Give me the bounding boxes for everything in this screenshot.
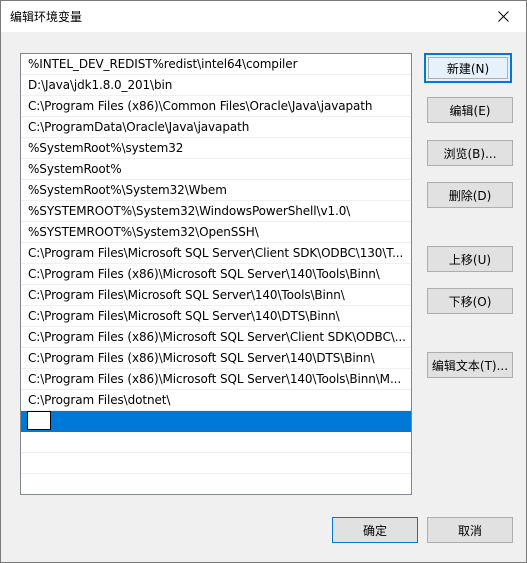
list-item-text: %SYSTEMROOT%\System32\OpenSSH\ xyxy=(28,225,259,239)
list-item[interactable]: C:\Program Files (x86)\Microsoft SQL Ser… xyxy=(21,348,411,369)
list-item-text: C:\Program Files\Microsoft SQL Server\14… xyxy=(28,288,345,302)
move-down-button[interactable]: 下移(O) xyxy=(427,288,513,314)
list-item[interactable]: %INTEL_DEV_REDIST%redist\intel64\compile… xyxy=(21,54,411,75)
list-item[interactable]: C:\Program Files\Microsoft SQL Server\14… xyxy=(21,285,411,306)
list-item-text: C:\Program Files\Microsoft SQL Server\Cl… xyxy=(28,246,404,260)
move-up-button-label: 上移(U) xyxy=(448,252,492,267)
list-item-text: D:\Java\jdk1.8.0_201\bin xyxy=(28,78,173,92)
list-item-text: %SYSTEMROOT%\System32\WindowsPowerShell\… xyxy=(28,204,351,218)
browse-button[interactable]: 浏览(B)... xyxy=(427,140,513,166)
list-item-empty[interactable] xyxy=(21,432,411,453)
list-item-text: %SystemRoot%\System32\Wbem xyxy=(28,183,227,197)
list-item-empty[interactable] xyxy=(21,474,411,494)
delete-button[interactable]: 删除(D) xyxy=(427,182,513,208)
edit-text-button[interactable]: 编辑文本(T)... xyxy=(427,352,513,378)
list-item[interactable]: %SYSTEMROOT%\System32\WindowsPowerShell\… xyxy=(21,201,411,222)
new-button-label: 新建(N) xyxy=(446,61,490,76)
list-item[interactable]: C:\Program Files (x86)\Microsoft SQL Ser… xyxy=(21,327,411,348)
list-item-text: C:\Program Files (x86)\Microsoft SQL Ser… xyxy=(28,330,406,344)
list-item-text: C:\ProgramData\Oracle\Java\javapath xyxy=(28,120,250,134)
delete-button-label: 删除(D) xyxy=(448,188,492,203)
window-title: 编辑环境变量 xyxy=(10,10,83,24)
list-item[interactable]: C:\Program Files\dotnet\ xyxy=(21,390,411,411)
ok-button[interactable]: 确定 xyxy=(332,517,418,543)
ok-button-label: 确定 xyxy=(362,523,387,538)
list-item[interactable]: %SystemRoot%\System32\Wbem xyxy=(21,180,411,201)
list-item[interactable]: C:\Program Files (x86)\Microsoft SQL Ser… xyxy=(21,369,411,390)
title-bar[interactable]: 编辑环境变量 xyxy=(1,1,526,32)
list-item[interactable]: %SYSTEMROOT%\System32\OpenSSH\ xyxy=(21,222,411,243)
edit-text-button-label: 编辑文本(T)... xyxy=(431,358,509,373)
list-item[interactable]: C:\Program Files (x86)\Microsoft SQL Ser… xyxy=(21,264,411,285)
cancel-button[interactable]: 取消 xyxy=(427,517,513,543)
list-item[interactable]: C:\Program Files\Microsoft SQL Server\14… xyxy=(21,306,411,327)
list-item-text: C:\Program Files (x86)\Microsoft SQL Ser… xyxy=(28,372,402,386)
move-down-button-label: 下移(O) xyxy=(448,294,492,309)
move-up-button[interactable]: 上移(U) xyxy=(427,246,513,272)
list-item[interactable]: %SystemRoot%\system32 xyxy=(21,138,411,159)
path-list[interactable]: %INTEL_DEV_REDIST%redist\intel64\compile… xyxy=(20,53,412,495)
list-item-text: C:\Program Files (x86)\Common Files\Orac… xyxy=(28,99,373,113)
list-item-editing[interactable] xyxy=(21,411,411,432)
list-item[interactable]: C:\ProgramData\Oracle\Java\javapath xyxy=(21,117,411,138)
browse-button-label: 浏览(B)... xyxy=(443,146,497,161)
list-item-text: C:\Program Files\dotnet\ xyxy=(28,393,171,407)
path-edit-input[interactable] xyxy=(27,411,51,430)
new-button[interactable]: 新建(N) xyxy=(424,53,512,83)
cancel-button-label: 取消 xyxy=(457,523,482,538)
edit-button-label: 编辑(E) xyxy=(449,103,491,118)
list-item-text: C:\Program Files (x86)\Microsoft SQL Ser… xyxy=(28,267,380,281)
edit-environment-variable-dialog: 编辑环境变量 %INTEL_DEV_REDIST%redist\intel64\… xyxy=(0,0,527,563)
close-icon xyxy=(497,11,509,22)
list-item[interactable]: %SystemRoot% xyxy=(21,159,411,180)
list-item[interactable]: D:\Java\jdk1.8.0_201\bin xyxy=(21,75,411,96)
list-item[interactable]: C:\Program Files\Microsoft SQL Server\Cl… xyxy=(21,243,411,264)
list-item-text: C:\Program Files\Microsoft SQL Server\14… xyxy=(28,309,340,323)
list-item-text: %INTEL_DEV_REDIST%redist\intel64\compile… xyxy=(28,57,298,71)
close-button[interactable] xyxy=(480,1,526,32)
list-item[interactable]: C:\Program Files (x86)\Common Files\Orac… xyxy=(21,96,411,117)
list-item-text: %SystemRoot% xyxy=(28,162,122,176)
edit-button[interactable]: 编辑(E) xyxy=(427,97,513,123)
list-item-empty[interactable] xyxy=(21,453,411,474)
list-item-text: %SystemRoot%\system32 xyxy=(28,141,184,155)
list-item-text: C:\Program Files (x86)\Microsoft SQL Ser… xyxy=(28,351,375,365)
